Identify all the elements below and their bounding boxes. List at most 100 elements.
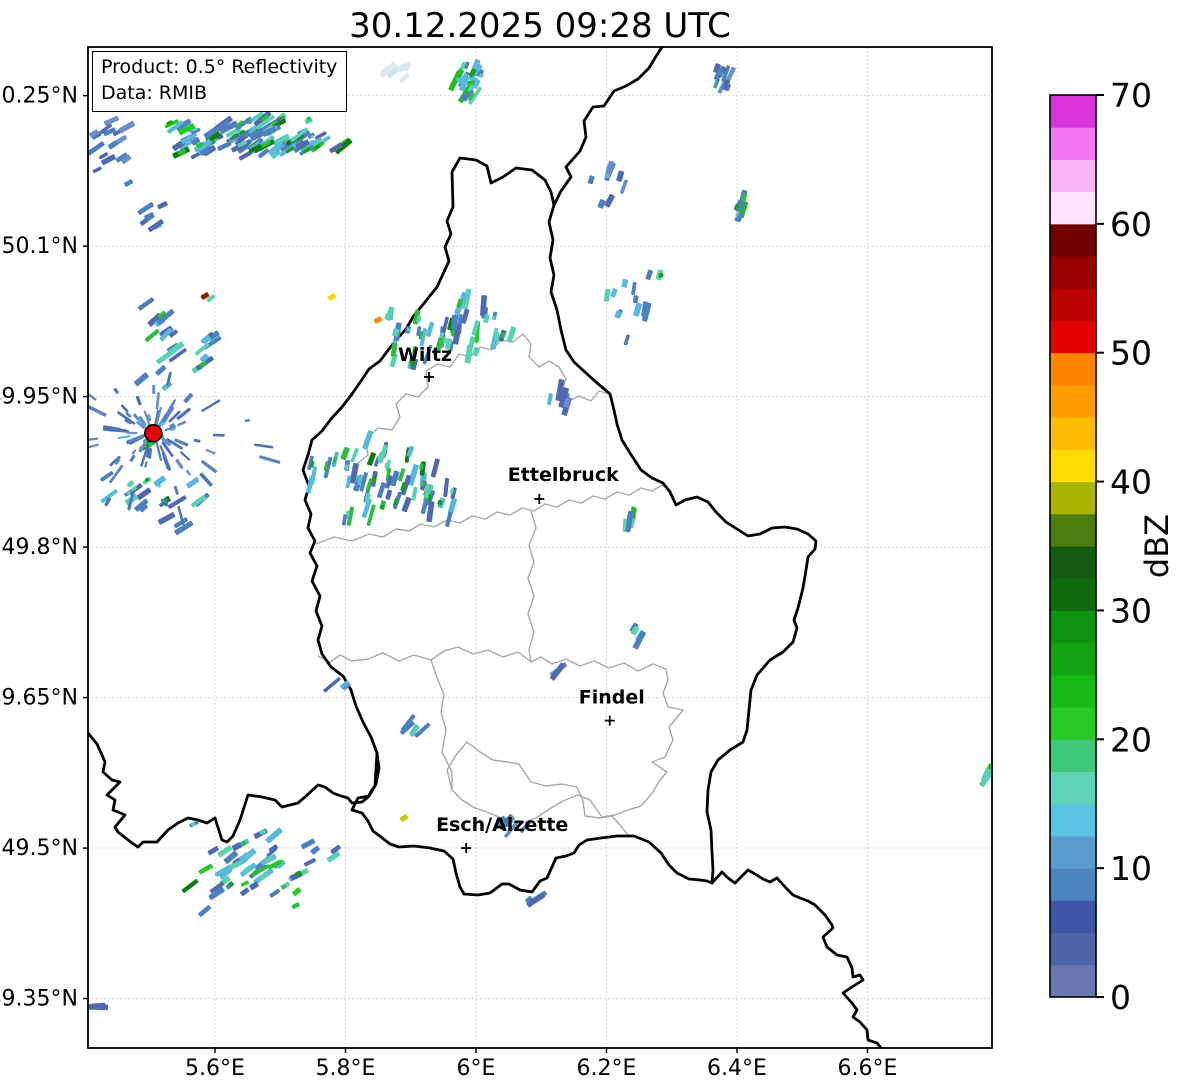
echo-streak [157, 512, 176, 525]
echo-streak [198, 863, 214, 875]
echo-streak [425, 321, 435, 337]
echo-streak [103, 115, 119, 126]
echo-streak [269, 888, 281, 898]
colorbar-segment [1050, 384, 1096, 418]
echo-streak [604, 193, 615, 208]
country-border [88, 731, 379, 849]
echo-streak [443, 477, 450, 498]
echo-streak [181, 879, 199, 893]
echo-streak [240, 887, 250, 897]
echo-streak [411, 486, 418, 501]
colorbar-segment [1050, 868, 1096, 901]
echo-streak [162, 455, 171, 470]
radar-map-canvas: WiltzEttelbruckFindelEsch/Alzette5.6°E 5.… [0, 46, 1176, 1081]
echo-streak [254, 443, 274, 449]
echo-streak [291, 902, 300, 910]
echo-streak [633, 302, 643, 317]
echo-streak [200, 460, 218, 474]
echo-streak [157, 201, 168, 210]
echo-streak [259, 455, 281, 464]
echo-streak [244, 419, 251, 423]
echo-streak [344, 464, 349, 470]
echo-streak [430, 458, 440, 478]
radar-echoes [60, 59, 992, 1011]
echo-streak [407, 464, 419, 486]
colorbar-segment [1050, 288, 1096, 321]
echo-streak [88, 443, 99, 451]
colorbar-tick-label: 10 [1110, 849, 1152, 888]
country-border [552, 47, 664, 207]
echo-streak [60, 415, 80, 421]
colorbar-segment [1050, 159, 1096, 193]
echo-streak [92, 166, 102, 174]
echo-streak [350, 447, 359, 463]
colorbar-tick-label: 60 [1110, 205, 1152, 244]
echo-streak [129, 454, 136, 462]
echo-streak [183, 393, 194, 403]
radar-site-dot [144, 423, 163, 443]
echo-streak [61, 448, 79, 456]
colorbar-segment [1050, 932, 1096, 966]
echo-streak [616, 170, 625, 182]
echo-streak [468, 336, 475, 349]
x-tick-label: 6°E [457, 1056, 496, 1081]
y-tick-label: 50.1°N [2, 234, 78, 259]
echo-streak [126, 480, 135, 488]
echo-streak [113, 387, 119, 394]
colorbar-tick-label: 70 [1110, 76, 1152, 115]
echo-streak [207, 845, 219, 856]
radar-screenshot: 30.12.2025 09:28 UTC Product: 0.5° Refle… [0, 0, 1184, 1081]
echo-streak [120, 404, 129, 413]
city-cross-marker [424, 371, 435, 382]
echo-streak [631, 281, 637, 296]
echo-streak [131, 449, 137, 455]
echo-streak [645, 269, 653, 281]
echo-streak [322, 135, 331, 143]
echo-streak [401, 496, 412, 513]
echo-streak [450, 314, 458, 330]
echo-streak [621, 278, 629, 288]
colorbar-segment [1050, 513, 1096, 547]
colorbar-segment [1050, 674, 1096, 708]
echo-streak [340, 446, 350, 461]
echo-streak [399, 814, 409, 822]
city-label: Findel [579, 687, 645, 709]
colorbar-segment [1050, 417, 1096, 450]
echo-streak [155, 365, 167, 376]
echo-streak [193, 438, 201, 443]
echo-streak [240, 880, 249, 887]
colorbar: 0 10 20 30 40 50 60 70 dBZ [1049, 76, 1176, 1017]
echo-streak [88, 437, 99, 442]
canton-border [351, 333, 611, 469]
colorbar-segment [1050, 352, 1096, 386]
echo-streak [547, 393, 553, 406]
colorbar-segment [1050, 964, 1096, 998]
echo-streak [137, 297, 155, 311]
echo-streak [420, 499, 429, 515]
axis-labels: 5.6°E 5.8°E 6°E 6.2°E 6.4°E 6.6°E 50.25°N 50.1°… [0, 84, 897, 1081]
y-tick-label: 49.95°N [0, 385, 78, 410]
echo-streak [198, 905, 212, 917]
echo-streak [88, 404, 107, 417]
city-label: Esch/Alzette [436, 814, 568, 836]
data-source-line: Data: RMIB [101, 81, 208, 104]
echo-streak [167, 495, 187, 509]
y-tick-label: 49.8°N [2, 535, 78, 560]
colorbar-segment [1050, 546, 1096, 579]
city-cross-marker [534, 493, 545, 504]
echo-streak [472, 346, 480, 357]
echo-streak [88, 1003, 109, 1011]
colorbar-segment [1050, 835, 1096, 869]
echo-streak [76, 422, 88, 427]
echo-streak [623, 334, 630, 346]
echo-streak [186, 469, 191, 476]
echo-streak [362, 430, 374, 450]
echo-streak [327, 293, 337, 301]
x-tick-label: 6.4°E [707, 1056, 767, 1081]
echo-streak [310, 845, 321, 855]
echo-streak [199, 472, 213, 487]
city-cross-marker [461, 843, 472, 854]
echo-streak [323, 677, 341, 693]
y-tick-label: 50.25°N [0, 84, 78, 109]
y-tick-label: 49.65°N [0, 686, 78, 711]
